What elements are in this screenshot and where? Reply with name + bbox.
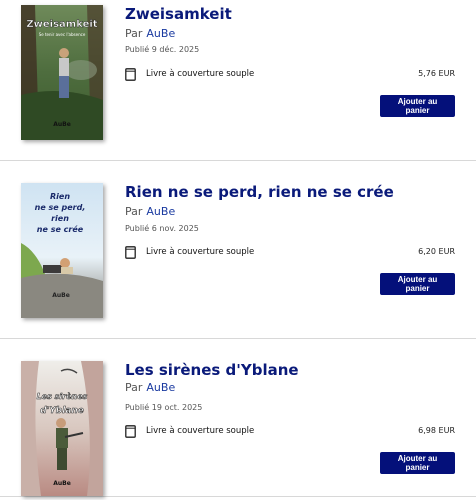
- cover-title-line: ne se crée: [37, 224, 84, 234]
- publish-date: Publié 9 déc. 2025: [125, 45, 200, 54]
- divider: [0, 496, 476, 497]
- author-line: Par AuBe: [125, 381, 175, 394]
- format: Livre à couverture souple: [125, 66, 254, 82]
- book-icon: [125, 424, 136, 438]
- book-cover[interactable]: Les sirènes d'Yblane AuBe: [21, 361, 103, 496]
- author-link[interactable]: AuBe: [146, 381, 175, 394]
- by-prefix: Par: [125, 205, 143, 218]
- book-cover[interactable]: Zweisamkeit Se tenir avec l'absence AuBe: [21, 5, 103, 140]
- book-icon: [125, 67, 136, 81]
- price: 6,20 EUR: [418, 247, 455, 256]
- book-title[interactable]: Les sirènes d'Yblane: [125, 361, 299, 379]
- by-prefix: Par: [125, 381, 143, 394]
- author-line: Par AuBe: [125, 205, 175, 218]
- price: 5,76 EUR: [418, 69, 455, 78]
- by-prefix: Par: [125, 27, 143, 40]
- cover-title-line: d'Yblane: [40, 406, 84, 416]
- cover-title: Zweisamkeit: [26, 19, 97, 30]
- divider: [0, 338, 476, 339]
- add-to-cart-button[interactable]: Ajouter au panier: [380, 273, 455, 295]
- format: Livre à couverture souple: [125, 244, 254, 260]
- format-label: Livre à couverture souple: [146, 247, 255, 257]
- format-label: Livre à couverture souple: [146, 69, 255, 79]
- author-line: Par AuBe: [125, 27, 175, 40]
- cover-title-line: ne se perd,: [35, 203, 86, 212]
- cover-title-line: Les sirènes: [37, 391, 88, 401]
- book-cover[interactable]: Rien ne se perd, rien ne se crée AuBe: [21, 183, 103, 318]
- price: 6,98 EUR: [418, 426, 455, 435]
- publish-date: Publié 6 nov. 2025: [125, 224, 199, 233]
- format-label: Livre à couverture souple: [146, 426, 255, 436]
- book-title[interactable]: Rien ne se perd, rien ne se crée: [125, 183, 394, 201]
- publish-date: Publié 19 oct. 2025: [125, 403, 203, 412]
- cover-title-line: Rien: [50, 192, 70, 201]
- book-icon: [125, 245, 136, 259]
- add-to-cart-button[interactable]: Ajouter au panier: [380, 95, 455, 117]
- format: Livre à couverture souple: [125, 423, 254, 439]
- author-link[interactable]: AuBe: [146, 205, 175, 218]
- author-link[interactable]: AuBe: [146, 27, 175, 40]
- divider: [0, 160, 476, 161]
- cover-author: AuBe: [52, 292, 70, 299]
- add-to-cart-button[interactable]: Ajouter au panier: [380, 452, 455, 474]
- cover-author: AuBe: [53, 480, 71, 487]
- cover-subtitle: Se tenir avec l'absence: [39, 32, 86, 37]
- book-title[interactable]: Zweisamkeit: [125, 5, 232, 23]
- cover-title-line: rien: [51, 214, 69, 223]
- cover-author: AuBe: [53, 121, 71, 128]
